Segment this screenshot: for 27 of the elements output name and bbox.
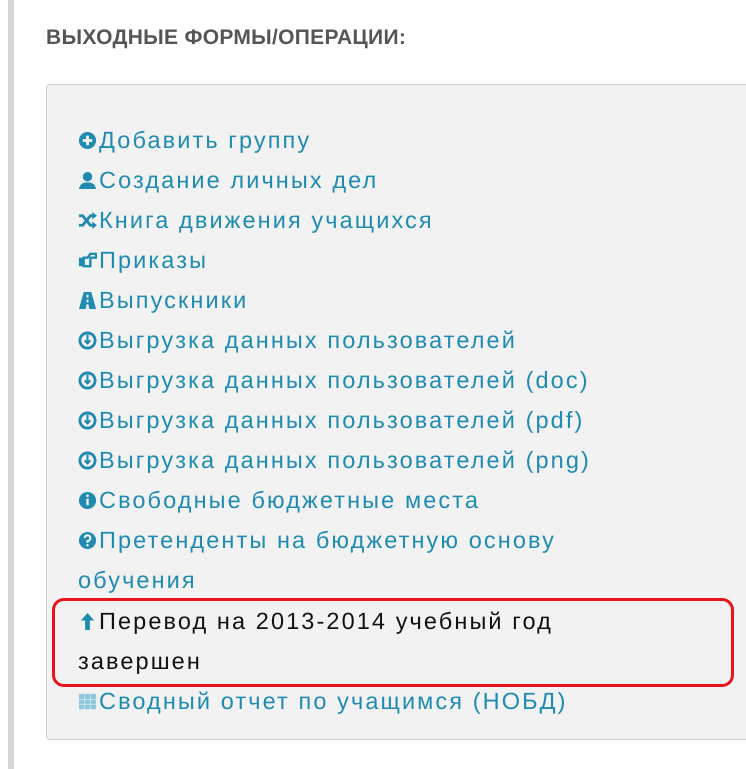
menu-link[interactable]: Перевод на 2013-2014 учебный год завершен (78, 601, 638, 681)
download-circle-icon (78, 331, 97, 350)
menu-link[interactable]: Книга движения учащихся (78, 200, 638, 240)
road-icon (78, 291, 97, 310)
menu-link[interactable]: Выгрузка данных пользователей (78, 320, 638, 360)
menu-link[interactable]: Выпускники (78, 280, 638, 320)
question-circle-icon (78, 531, 97, 550)
arrow-up-icon (78, 612, 97, 631)
menu-link[interactable]: Свободные бюджетные места (78, 480, 638, 520)
menu-link[interactable]: Выгрузка данных пользователей (pdf) (78, 400, 638, 440)
menu-link[interactable]: Создание личных дел (78, 160, 638, 200)
menu-link[interactable]: Выгрузка данных пользователей (doc) (78, 360, 638, 400)
plus-circle-icon (78, 131, 97, 150)
menu-link[interactable]: Добавить группу (78, 120, 638, 160)
menu-link[interactable]: Приказы (78, 240, 638, 280)
section-heading: ВЫХОДНЫЕ ФОРМЫ/ОПЕРАЦИИ: (46, 26, 408, 51)
hand-pointing-icon (78, 251, 97, 270)
download-circle-icon (78, 451, 97, 470)
user-icon (78, 171, 97, 190)
menu-link[interactable]: Выгрузка данных пользователей (png) (78, 440, 638, 480)
menu-link[interactable]: Претенденты на бюджетную основу обучения (78, 520, 638, 600)
menu-link[interactable]: Сводный отчет по учащимся (НОБД) (78, 681, 638, 721)
download-circle-icon (78, 411, 97, 430)
info-circle-icon (78, 491, 97, 510)
download-circle-icon (78, 371, 97, 390)
shuffle-icon (78, 211, 97, 230)
table-icon (78, 692, 97, 711)
